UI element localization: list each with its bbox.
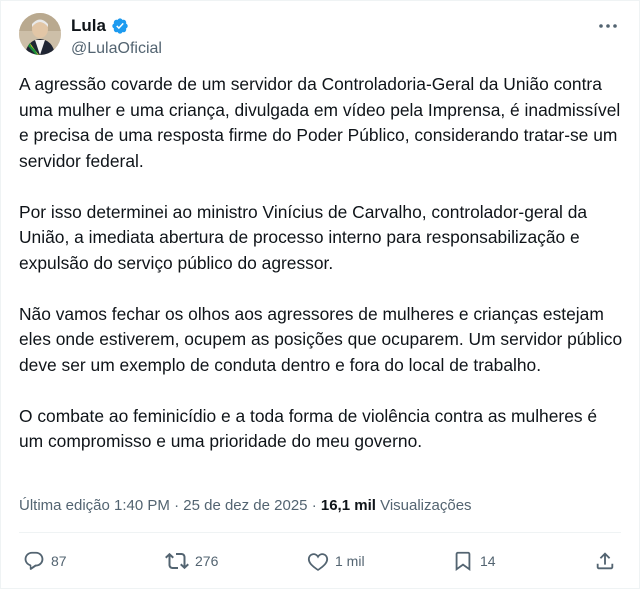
display-name[interactable]: Lula	[71, 16, 106, 36]
repost-count: 276	[195, 553, 219, 569]
tweet-header: Lula @LulaOficial	[19, 13, 621, 59]
reply-count: 87	[51, 553, 67, 569]
repost-icon	[165, 552, 189, 570]
reply-icon	[24, 551, 44, 570]
bookmark-button[interactable]: 14	[452, 546, 496, 576]
meta-separator: ·	[307, 497, 321, 514]
tweet-paragraph: Não vamos fechar os olhos aos agressores…	[19, 303, 623, 375]
tweet-paragraph: A agressão covarde de um servidor da Con…	[19, 74, 621, 171]
action-bar: 87 276 1 mil 14	[1, 546, 639, 576]
tweet-meta: Última edição 1:40 PM · 25 de dez de 202…	[19, 497, 472, 514]
like-button[interactable]: 1 mil	[307, 546, 365, 576]
bookmark-icon	[455, 551, 471, 572]
tweet-text: A agressão covarde de um servidor da Con…	[19, 72, 625, 480]
tweet-paragraph: O combate ao feminicídio e a toda forma …	[19, 405, 598, 452]
meta-separator: ·	[169, 497, 184, 514]
views-label: Visualizações	[375, 497, 472, 514]
tweet-paragraph: Por isso determinei ao ministro Vinícius…	[19, 201, 588, 273]
divider	[19, 532, 621, 533]
share-button[interactable]	[594, 546, 616, 576]
more-dots-icon	[599, 24, 617, 28]
share-icon	[596, 552, 614, 570]
like-count: 1 mil	[335, 553, 365, 569]
verified-badge-icon	[111, 17, 129, 35]
tweet-date[interactable]: 25 de dez de 2025	[183, 497, 307, 514]
author-info: Lula @LulaOficial	[71, 15, 162, 58]
views-count: 16,1 mil	[320, 497, 376, 514]
author-handle[interactable]: @LulaOficial	[71, 40, 162, 58]
more-options-button[interactable]	[595, 15, 621, 37]
avatar-image	[19, 13, 61, 55]
repost-button[interactable]: 276	[165, 546, 218, 576]
heart-icon	[307, 553, 329, 571]
tweet-card: Lula @LulaOficial A agressão covarde de …	[0, 0, 640, 589]
reply-button[interactable]: 87	[23, 546, 67, 576]
edited-label[interactable]: Última edição 1:40 PM	[19, 497, 170, 514]
avatar[interactable]	[19, 13, 61, 55]
bookmark-count: 14	[480, 553, 496, 569]
